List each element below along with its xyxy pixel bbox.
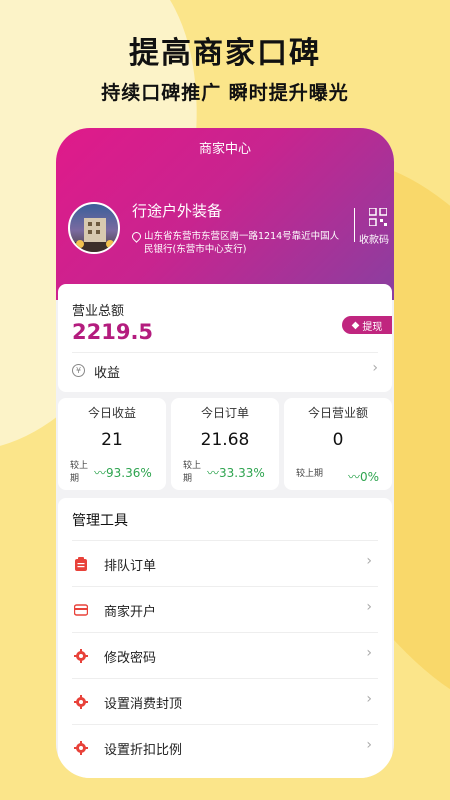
gear-icon — [74, 695, 88, 709]
chevron-right-icon: › — [366, 599, 372, 615]
shop-address: 山东省东营市东营区南一路1214号靠近中国人民银行(东营市中心支行) — [144, 231, 340, 255]
stat-value: 21.68 — [200, 430, 250, 450]
withdraw-button[interactable]: ◆ 提现 — [342, 316, 392, 334]
tool-item-merchant-account[interactable]: 商家开户 › — [72, 586, 378, 632]
chevron-right-icon: › — [366, 553, 372, 569]
chevron-right-icon: › — [366, 645, 372, 661]
diamond-icon: ◆ — [351, 319, 360, 331]
stat-value: 21 — [101, 430, 123, 450]
tool-item-discount-ratio[interactable]: 设置折扣比例 › — [72, 724, 378, 770]
tool-label: 修改密码 — [104, 651, 157, 666]
shop-avatar[interactable] — [68, 202, 120, 254]
withdraw-label: 提现 — [362, 321, 383, 333]
clipboard-icon — [75, 557, 87, 571]
page-title: 商家中心 — [198, 142, 251, 157]
trend-up-icon: 〰 — [207, 466, 220, 480]
stat-compare-label: 较上期 — [296, 469, 324, 479]
divider — [354, 208, 355, 242]
stat-value: 0 — [332, 430, 344, 450]
revenue-card: 营业总额 2219.5 ◆ 提现 ¥ 收益 › — [58, 284, 392, 392]
tool-item-spending-cap[interactable]: 设置消费封顶 › — [72, 678, 378, 724]
section-title: 管理工具 — [72, 513, 128, 529]
stat-compare-label: 较上期 — [183, 461, 202, 484]
chevron-right-icon: › — [366, 737, 372, 753]
stat-trend: 〰93.36% — [94, 464, 152, 481]
stat-card-today-orders: 今日订单 21.68 较上期 〰33.33% — [171, 398, 279, 490]
management-tools-card: 管理工具 排队订单 › 商家开户 › 修改密码 › 设置消费封顶 › 设置折扣比… — [58, 498, 392, 778]
gear-icon — [74, 649, 88, 663]
promo-subheadline: 持续口碑推广 瞬时提升曝光 — [101, 82, 349, 104]
qr-code-label[interactable]: 收款码 — [359, 231, 389, 246]
stat-trend: 〰0% — [348, 468, 379, 485]
building-photo-icon — [70, 218, 118, 252]
stat-title: 今日营业额 — [307, 406, 368, 420]
shop-name: 行途户外装备 — [132, 202, 223, 220]
stat-compare-label: 较上期 — [70, 461, 89, 484]
chevron-right-icon: › — [366, 691, 372, 707]
merchant-header: 商家中心 行途户外装备 山东省东营市东营区南一路1214号靠近中国人民银行(东营… — [56, 128, 394, 300]
tool-label: 设置折扣比例 — [104, 743, 183, 758]
stat-trend-value: 33.33% — [219, 466, 265, 480]
location-pin-icon — [130, 230, 143, 243]
stat-card-today-earnings: 今日收益 21 较上期 〰93.36% — [58, 398, 166, 490]
promo-headline: 提高商家口碑 — [129, 36, 321, 71]
revenue-label: 营业总额 — [72, 304, 125, 319]
stat-trend: 〰33.33% — [207, 464, 265, 481]
card-icon — [74, 604, 88, 616]
stat-trend-value: 93.36% — [106, 466, 152, 480]
trend-up-icon: 〰 — [348, 470, 361, 484]
gear-icon — [74, 741, 88, 755]
chevron-right-icon[interactable]: › — [372, 360, 378, 376]
yen-icon: ¥ — [72, 364, 85, 377]
trend-up-icon: 〰 — [94, 466, 107, 480]
tool-label: 商家开户 — [104, 605, 157, 620]
revenue-value: 2219.5 — [72, 320, 154, 344]
stat-title: 今日订单 — [200, 406, 249, 420]
stat-trend-value: 0% — [360, 470, 380, 484]
phone-screen: 商家中心 行途户外装备 山东省东营市东营区南一路1214号靠近中国人民银行(东营… — [56, 128, 394, 778]
stat-card-today-turnover: 今日营业额 0 较上期 〰0% — [284, 398, 392, 490]
divider — [72, 352, 378, 353]
tool-label: 排队订单 — [104, 559, 157, 574]
tool-label: 设置消费封顶 — [104, 697, 183, 712]
tool-item-queue-orders[interactable]: 排队订单 › — [72, 540, 378, 586]
earnings-link-label[interactable]: 收益 — [94, 362, 120, 381]
qr-code-icon[interactable] — [369, 208, 387, 226]
tool-item-change-password[interactable]: 修改密码 › — [72, 632, 378, 678]
stat-title: 今日收益 — [87, 406, 136, 420]
